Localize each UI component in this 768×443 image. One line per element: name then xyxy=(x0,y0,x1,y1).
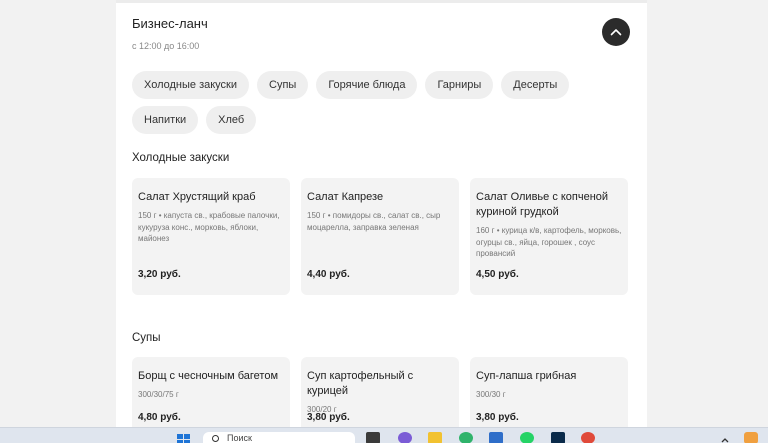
chevron-up-icon xyxy=(610,29,622,36)
item-price: 4,80 руб. xyxy=(138,412,181,423)
chip-cold-appetizers[interactable]: Холодные закуски xyxy=(132,71,250,99)
chip-drinks[interactable]: Напитки xyxy=(132,106,199,134)
menu-item-card[interactable]: Суп картофельный с курицей 300/20 г 3,80… xyxy=(301,357,459,427)
search-placeholder: Поиск xyxy=(227,433,252,443)
item-name: Суп картофельный с курицей xyxy=(307,370,414,397)
file-explorer-icon[interactable] xyxy=(428,432,442,443)
chip-hot-dishes[interactable]: Горячие блюда xyxy=(316,71,418,99)
menu-item-card[interactable]: Салат Хрустящий краб 150 г • капуста св.… xyxy=(132,178,290,295)
page-title: Бизнес-ланч xyxy=(132,16,208,31)
panel-top-divider xyxy=(116,0,647,3)
task-view-icon[interactable] xyxy=(366,432,380,443)
category-chips: Холодные закуски Супы Горячие блюда Гарн… xyxy=(132,71,632,134)
item-price: 3,80 руб. xyxy=(307,412,350,423)
collapse-button[interactable] xyxy=(602,18,630,46)
section-title-soups: Супы xyxy=(132,332,161,344)
chip-soups[interactable]: Супы xyxy=(257,71,309,99)
item-name: Салат Оливье с копченой куриной грудкой xyxy=(476,191,609,218)
chrome-icon[interactable] xyxy=(581,432,595,443)
item-price: 4,40 руб. xyxy=(307,269,350,280)
item-name: Суп-лапша грибная xyxy=(476,370,577,382)
windows-start-icon[interactable] xyxy=(176,432,191,443)
item-description: 300/30 г xyxy=(476,390,506,399)
store-icon[interactable] xyxy=(489,432,503,443)
item-price: 4,50 руб. xyxy=(476,269,519,280)
item-description: 300/30/75 г xyxy=(138,390,179,399)
item-description: 150 г • помидоры св., салат св., сыр моц… xyxy=(307,211,441,232)
taskbar: Поиск xyxy=(0,427,768,443)
item-price: 3,20 руб. xyxy=(138,269,181,280)
menu-item-card[interactable]: Салат Капрезе 150 г • помидоры св., сала… xyxy=(301,178,459,295)
whatsapp-icon[interactable] xyxy=(520,432,534,443)
soups-list: Борщ с чесночным багетом 300/30/75 г 4,8… xyxy=(132,357,630,427)
search-icon xyxy=(212,435,219,442)
item-name: Салат Капрезе xyxy=(307,191,384,203)
tray-chevron-icon[interactable] xyxy=(720,432,730,443)
item-description: 150 г • капуста св., крабовые палочки, к… xyxy=(138,211,280,243)
photoshop-icon[interactable] xyxy=(551,432,565,443)
menu-item-card[interactable]: Салат Оливье с копченой куриной грудкой … xyxy=(470,178,628,295)
item-price: 3,80 руб. xyxy=(476,412,519,423)
item-name: Борщ с чесночным багетом xyxy=(138,370,279,382)
chip-bread[interactable]: Хлеб xyxy=(206,106,257,134)
item-name: Салат Хрустящий краб xyxy=(138,191,256,203)
taskbar-search-input[interactable]: Поиск xyxy=(203,432,355,443)
hours-subtitle: с 12:00 до 16:00 xyxy=(132,41,200,51)
business-lunch-panel: Бизнес-ланч с 12:00 до 16:00 Холодные за… xyxy=(116,0,647,427)
chat-icon[interactable] xyxy=(398,432,412,443)
chrome-canary-icon[interactable] xyxy=(459,432,473,443)
cold-appetizers-list: Салат Хрустящий краб 150 г • капуста св.… xyxy=(132,178,630,295)
chip-side-dishes[interactable]: Гарниры xyxy=(425,71,494,99)
menu-item-card[interactable]: Суп-лапша грибная 300/30 г 3,80 руб. xyxy=(470,357,628,427)
item-description: 160 г • курица к/в, картофель, морковь, … xyxy=(476,226,622,258)
tray-app-icon[interactable] xyxy=(744,432,758,443)
chip-desserts[interactable]: Десерты xyxy=(501,71,570,99)
section-title-cold-appetizers: Холодные закуски xyxy=(132,152,230,164)
menu-item-card[interactable]: Борщ с чесночным багетом 300/30/75 г 4,8… xyxy=(132,357,290,427)
